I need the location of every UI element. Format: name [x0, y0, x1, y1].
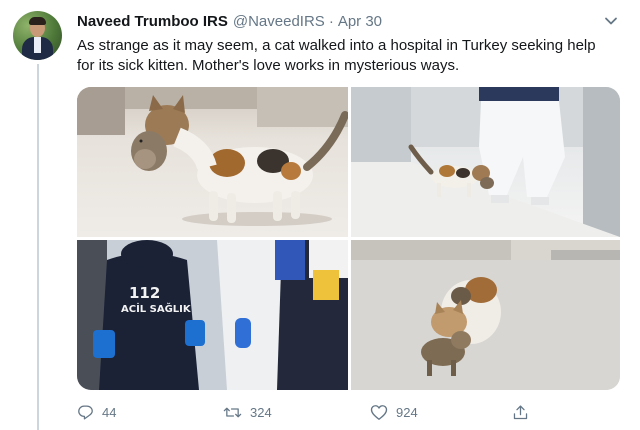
share-icon: [513, 404, 528, 419]
chevron-down-icon[interactable]: [604, 14, 618, 28]
like-count: 924: [396, 404, 418, 420]
tweet-date[interactable]: Apr 30: [338, 13, 382, 30]
separator-dot: ·: [328, 12, 334, 30]
tweet-header: Naveed Trumboo IRS @NaveedIRS · Apr 30: [77, 11, 382, 31]
like-button[interactable]: 924: [370, 400, 418, 424]
author-name[interactable]: Naveed Trumboo IRS: [77, 13, 228, 30]
thread-line: [37, 64, 39, 430]
retweet-count: 324: [250, 404, 272, 420]
retweet-button[interactable]: 324: [223, 400, 272, 424]
photo-paramedics[interactable]: 112 ACİL SAĞLIK: [77, 240, 348, 390]
media-grid: 112 ACİL SAĞLIK: [77, 87, 620, 390]
share-button[interactable]: [512, 400, 537, 424]
tweet-actions: 44 324 924: [77, 400, 617, 424]
tweet: Naveed Trumboo IRS @NaveedIRS · Apr 30 A…: [0, 0, 640, 430]
photo-cat-carrying-kitten[interactable]: [77, 87, 348, 237]
tweet-text: As strange as it may seem, a cat walked …: [77, 37, 596, 74]
photo-cat-with-kitten[interactable]: [351, 240, 620, 390]
badge-label: ACİL SAĞLIK: [121, 304, 191, 315]
retweet-icon: [223, 407, 242, 417]
reply-count: 44: [102, 404, 117, 420]
reply-icon: [78, 404, 93, 420]
avatar[interactable]: [13, 11, 62, 60]
badge-number: 112: [129, 284, 161, 302]
heart-icon: [370, 404, 388, 420]
author-handle[interactable]: @NaveedIRS: [233, 13, 325, 30]
reply-button[interactable]: 44: [77, 400, 116, 424]
photo-cat-hospital-corridor[interactable]: [351, 87, 620, 237]
